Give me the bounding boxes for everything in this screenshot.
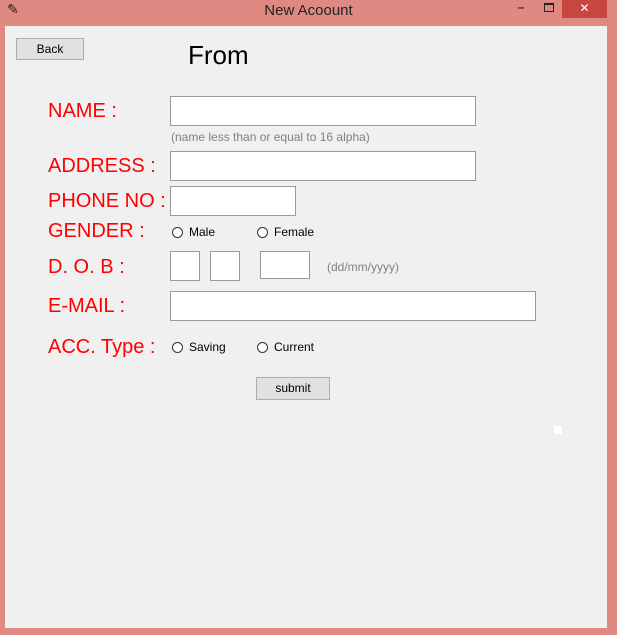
form-area: Back From NAME : (name less than or equa… bbox=[5, 26, 607, 628]
radio-circle-icon bbox=[257, 341, 268, 353]
page-title: From bbox=[188, 40, 249, 70]
address-label: ADDRESS : bbox=[48, 155, 156, 177]
dob-month-field[interactable] bbox=[210, 251, 240, 281]
acc-type-current-label: Current bbox=[274, 340, 315, 354]
acc-type-current-radio[interactable]: Current bbox=[257, 340, 314, 354]
back-button[interactable]: Back bbox=[16, 38, 84, 60]
dob-label: D. O. B : bbox=[48, 256, 125, 278]
name-label: NAME : bbox=[48, 100, 117, 122]
acc-type-saving-radio[interactable]: Saving bbox=[172, 340, 226, 354]
maximize-button[interactable] bbox=[537, 0, 561, 18]
minimize-button[interactable]: – bbox=[509, 0, 533, 18]
gender-label: GENDER : bbox=[48, 220, 145, 242]
phone-label: PHONE NO : bbox=[48, 190, 166, 212]
email-field[interactable] bbox=[170, 291, 536, 321]
radio-circle-icon bbox=[172, 226, 183, 238]
address-field[interactable] bbox=[170, 151, 476, 181]
name-field[interactable] bbox=[170, 96, 476, 126]
name-hint: (name less than or equal to 16 alpha) bbox=[171, 130, 370, 144]
acc-type-label: ACC. Type : bbox=[48, 336, 156, 358]
white-marker bbox=[554, 426, 562, 434]
dob-day-field[interactable] bbox=[170, 251, 200, 281]
app-window: ✎ New Acoount – ✕ Back From NAME : (name… bbox=[0, 0, 617, 635]
close-button[interactable]: ✕ bbox=[562, 0, 607, 18]
gender-female-label: Female bbox=[274, 225, 315, 239]
submit-button[interactable]: submit bbox=[256, 377, 330, 400]
dob-year-field[interactable] bbox=[260, 251, 310, 279]
email-label: E-MAIL : bbox=[48, 295, 126, 317]
gender-male-radio[interactable]: Male bbox=[172, 225, 215, 239]
maximize-icon bbox=[544, 3, 554, 12]
title-bar[interactable]: ✎ New Acoount – ✕ bbox=[0, 0, 617, 23]
radio-circle-icon bbox=[257, 226, 268, 238]
gender-female-radio[interactable]: Female bbox=[257, 225, 314, 239]
gender-male-label: Male bbox=[189, 225, 216, 239]
phone-field[interactable] bbox=[170, 186, 296, 216]
acc-type-saving-label: Saving bbox=[189, 340, 226, 354]
dob-hint: (dd/mm/yyyy) bbox=[327, 260, 399, 274]
radio-circle-icon bbox=[172, 341, 183, 353]
